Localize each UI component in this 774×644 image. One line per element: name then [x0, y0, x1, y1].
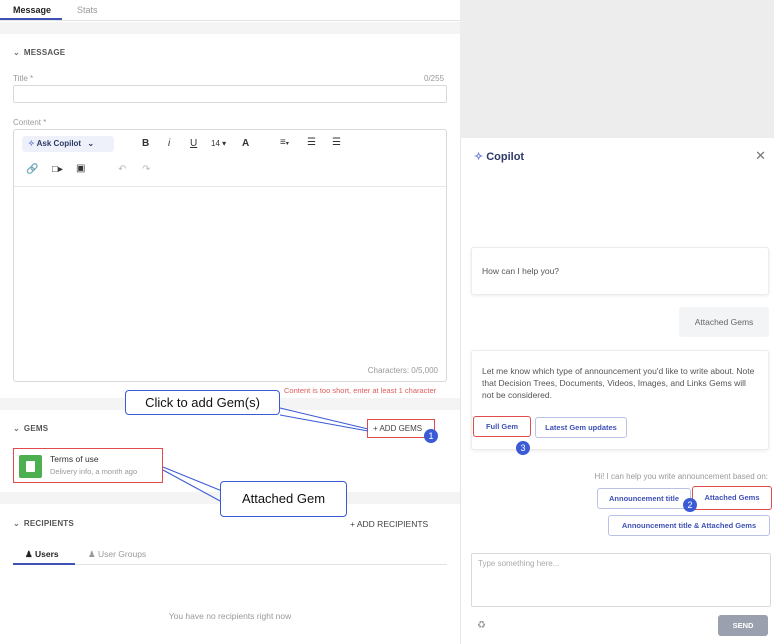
title-input[interactable]: [13, 85, 447, 103]
plus-icon: +: [373, 424, 378, 433]
copilot-panel: ✧ Copilot ✕ How can I help you? Attached …: [460, 138, 774, 644]
section-divider: [0, 22, 460, 34]
user-groups-icon: ♟: [88, 549, 96, 559]
link-icon[interactable]: 🔗: [26, 164, 38, 175]
character-counter: Characters: 0/5,000: [367, 366, 438, 375]
content-label: Content *: [13, 118, 47, 127]
bullet-list-icon[interactable]: ☰: [332, 137, 341, 148]
video-icon[interactable]: □▸: [52, 164, 63, 175]
gems-section-title: GEMS: [23, 424, 49, 433]
close-icon[interactable]: ✕: [755, 148, 766, 164]
undo-icon[interactable]: ↶: [118, 164, 126, 175]
copilot-greeting-bubble: How can I help you?: [471, 247, 769, 295]
gem-subtitle: Delivery info, a month ago: [50, 467, 138, 476]
tab-users[interactable]: ♟ Users: [25, 549, 59, 560]
sparkle-icon: ✧: [474, 151, 484, 163]
attached-gem-callout: Attached Gem: [220, 481, 347, 517]
copilot-hint: Hi! I can help you write announcement ba…: [594, 472, 768, 481]
tab-users-label: Users: [35, 549, 59, 559]
text-color-button[interactable]: A: [242, 138, 249, 149]
attached-gem-card[interactable]: Terms of use Delivery info, a month ago: [13, 448, 163, 483]
tab-user-groups-label: User Groups: [98, 549, 147, 559]
title-counter: 0/255: [424, 74, 445, 83]
copilot-title: Copilot: [486, 151, 525, 163]
plus-icon: +: [350, 519, 355, 529]
tab-user-groups[interactable]: ♟ User Groups: [88, 549, 146, 560]
editor-toolbar-row-2: 🔗 □▸ ▣ ↶ ↷: [14, 160, 446, 184]
step-badge-1: 1: [424, 429, 438, 443]
add-recipients-label: ADD RECIPIENTS: [356, 519, 429, 529]
latest-gem-updates-button[interactable]: Latest Gem updates: [535, 417, 627, 438]
copilot-prompt: Let me know which type of announcement y…: [482, 366, 755, 400]
copilot-input-placeholder: Type something here...: [478, 559, 560, 568]
toolbar-divider: [14, 186, 446, 187]
callout-click-add-text: Click to add Gem(s): [145, 395, 260, 410]
announcement-title-and-gems-button[interactable]: Announcement title & Attached Gems: [608, 515, 770, 536]
align-icon[interactable]: ≡▾: [280, 137, 289, 148]
announcement-title-button[interactable]: Announcement title: [597, 488, 691, 509]
attach-icon[interactable]: ♻: [477, 620, 486, 631]
ask-copilot-label: Ask Copilot: [36, 139, 82, 148]
message-section-title: MESSAGE: [23, 48, 66, 57]
gem-title: Terms of use: [50, 454, 99, 464]
step-badge-3: 3: [516, 441, 530, 455]
callout-attached-text: Attached Gem: [241, 491, 326, 506]
gems-section-header[interactable]: ⌄ GEMS: [13, 424, 48, 433]
chevron-down-icon: ⌄: [13, 48, 20, 57]
underline-button[interactable]: U: [190, 138, 197, 149]
content-editor[interactable]: ✧ Ask Copilot ⌄ B i U 14 ▾ A ≡▾ ☰ ☰ 🔗 □▸…: [13, 129, 447, 382]
image-icon[interactable]: ▣: [76, 163, 85, 174]
title-label: Title *: [13, 74, 34, 83]
font-size-value: 14: [211, 139, 220, 148]
top-tabs: Message Stats: [0, 0, 460, 21]
text-color-icon: A: [242, 138, 250, 149]
tab-message[interactable]: Message: [13, 5, 51, 15]
message-editor-panel: Message Stats ⌄ MESSAGE Title * 0/255 Con…: [0, 0, 460, 644]
click-to-add-gems-callout: Click to add Gem(s): [125, 390, 280, 415]
users-icon: ♟: [25, 549, 33, 559]
send-button[interactable]: SEND: [718, 615, 768, 636]
copilot-header: ✧ Copilot: [474, 150, 524, 163]
content-error-message: Content is too short, enter at least 1 c…: [284, 386, 437, 395]
active-tab-indicator: [0, 18, 62, 20]
recipients-section-title: RECIPIENTS: [23, 519, 74, 528]
copilot-greeting: How can I help you?: [482, 266, 560, 276]
recipients-section-header[interactable]: ⌄ RECIPIENTS: [13, 519, 74, 528]
ask-copilot-button[interactable]: ✧ Ask Copilot ⌄: [22, 136, 114, 152]
user-message-bubble: Attached Gems: [679, 307, 769, 337]
attached-gems-button[interactable]: Attached Gems: [692, 486, 772, 510]
no-recipients-message: You have no recipients right now: [168, 611, 292, 621]
add-gems-label: ADD GEMS: [379, 424, 423, 433]
chevron-down-icon: ⌄: [13, 519, 20, 528]
document-gem-icon: [19, 455, 42, 478]
copilot-message-input[interactable]: Type something here...: [471, 553, 771, 607]
recipient-tabs: ♟ Users ♟ User Groups: [13, 545, 447, 565]
redo-icon[interactable]: ↷: [142, 164, 150, 175]
message-section-header[interactable]: ⌄ MESSAGE: [13, 48, 65, 57]
user-message: Attached Gems: [694, 317, 754, 327]
ordered-list-icon[interactable]: ☰: [307, 137, 316, 148]
step-badge-2: 2: [683, 498, 697, 512]
full-gem-button[interactable]: Full Gem: [473, 416, 531, 437]
font-size-select[interactable]: 14 ▾: [211, 139, 226, 148]
italic-button[interactable]: i: [168, 138, 170, 149]
add-recipients-button[interactable]: + ADD RECIPIENTS: [350, 519, 428, 529]
chevron-down-icon: ⌄: [13, 424, 20, 433]
active-subtab-indicator: [13, 563, 75, 565]
sparkle-icon: ✧: [28, 139, 35, 148]
chevron-down-icon: ⌄: [87, 139, 95, 148]
tab-stats[interactable]: Stats: [77, 5, 98, 15]
bold-button[interactable]: B: [142, 138, 149, 149]
editor-toolbar-row-1: ✧ Ask Copilot ⌄ B i U 14 ▾ A ≡▾ ☰ ☰: [14, 130, 446, 154]
